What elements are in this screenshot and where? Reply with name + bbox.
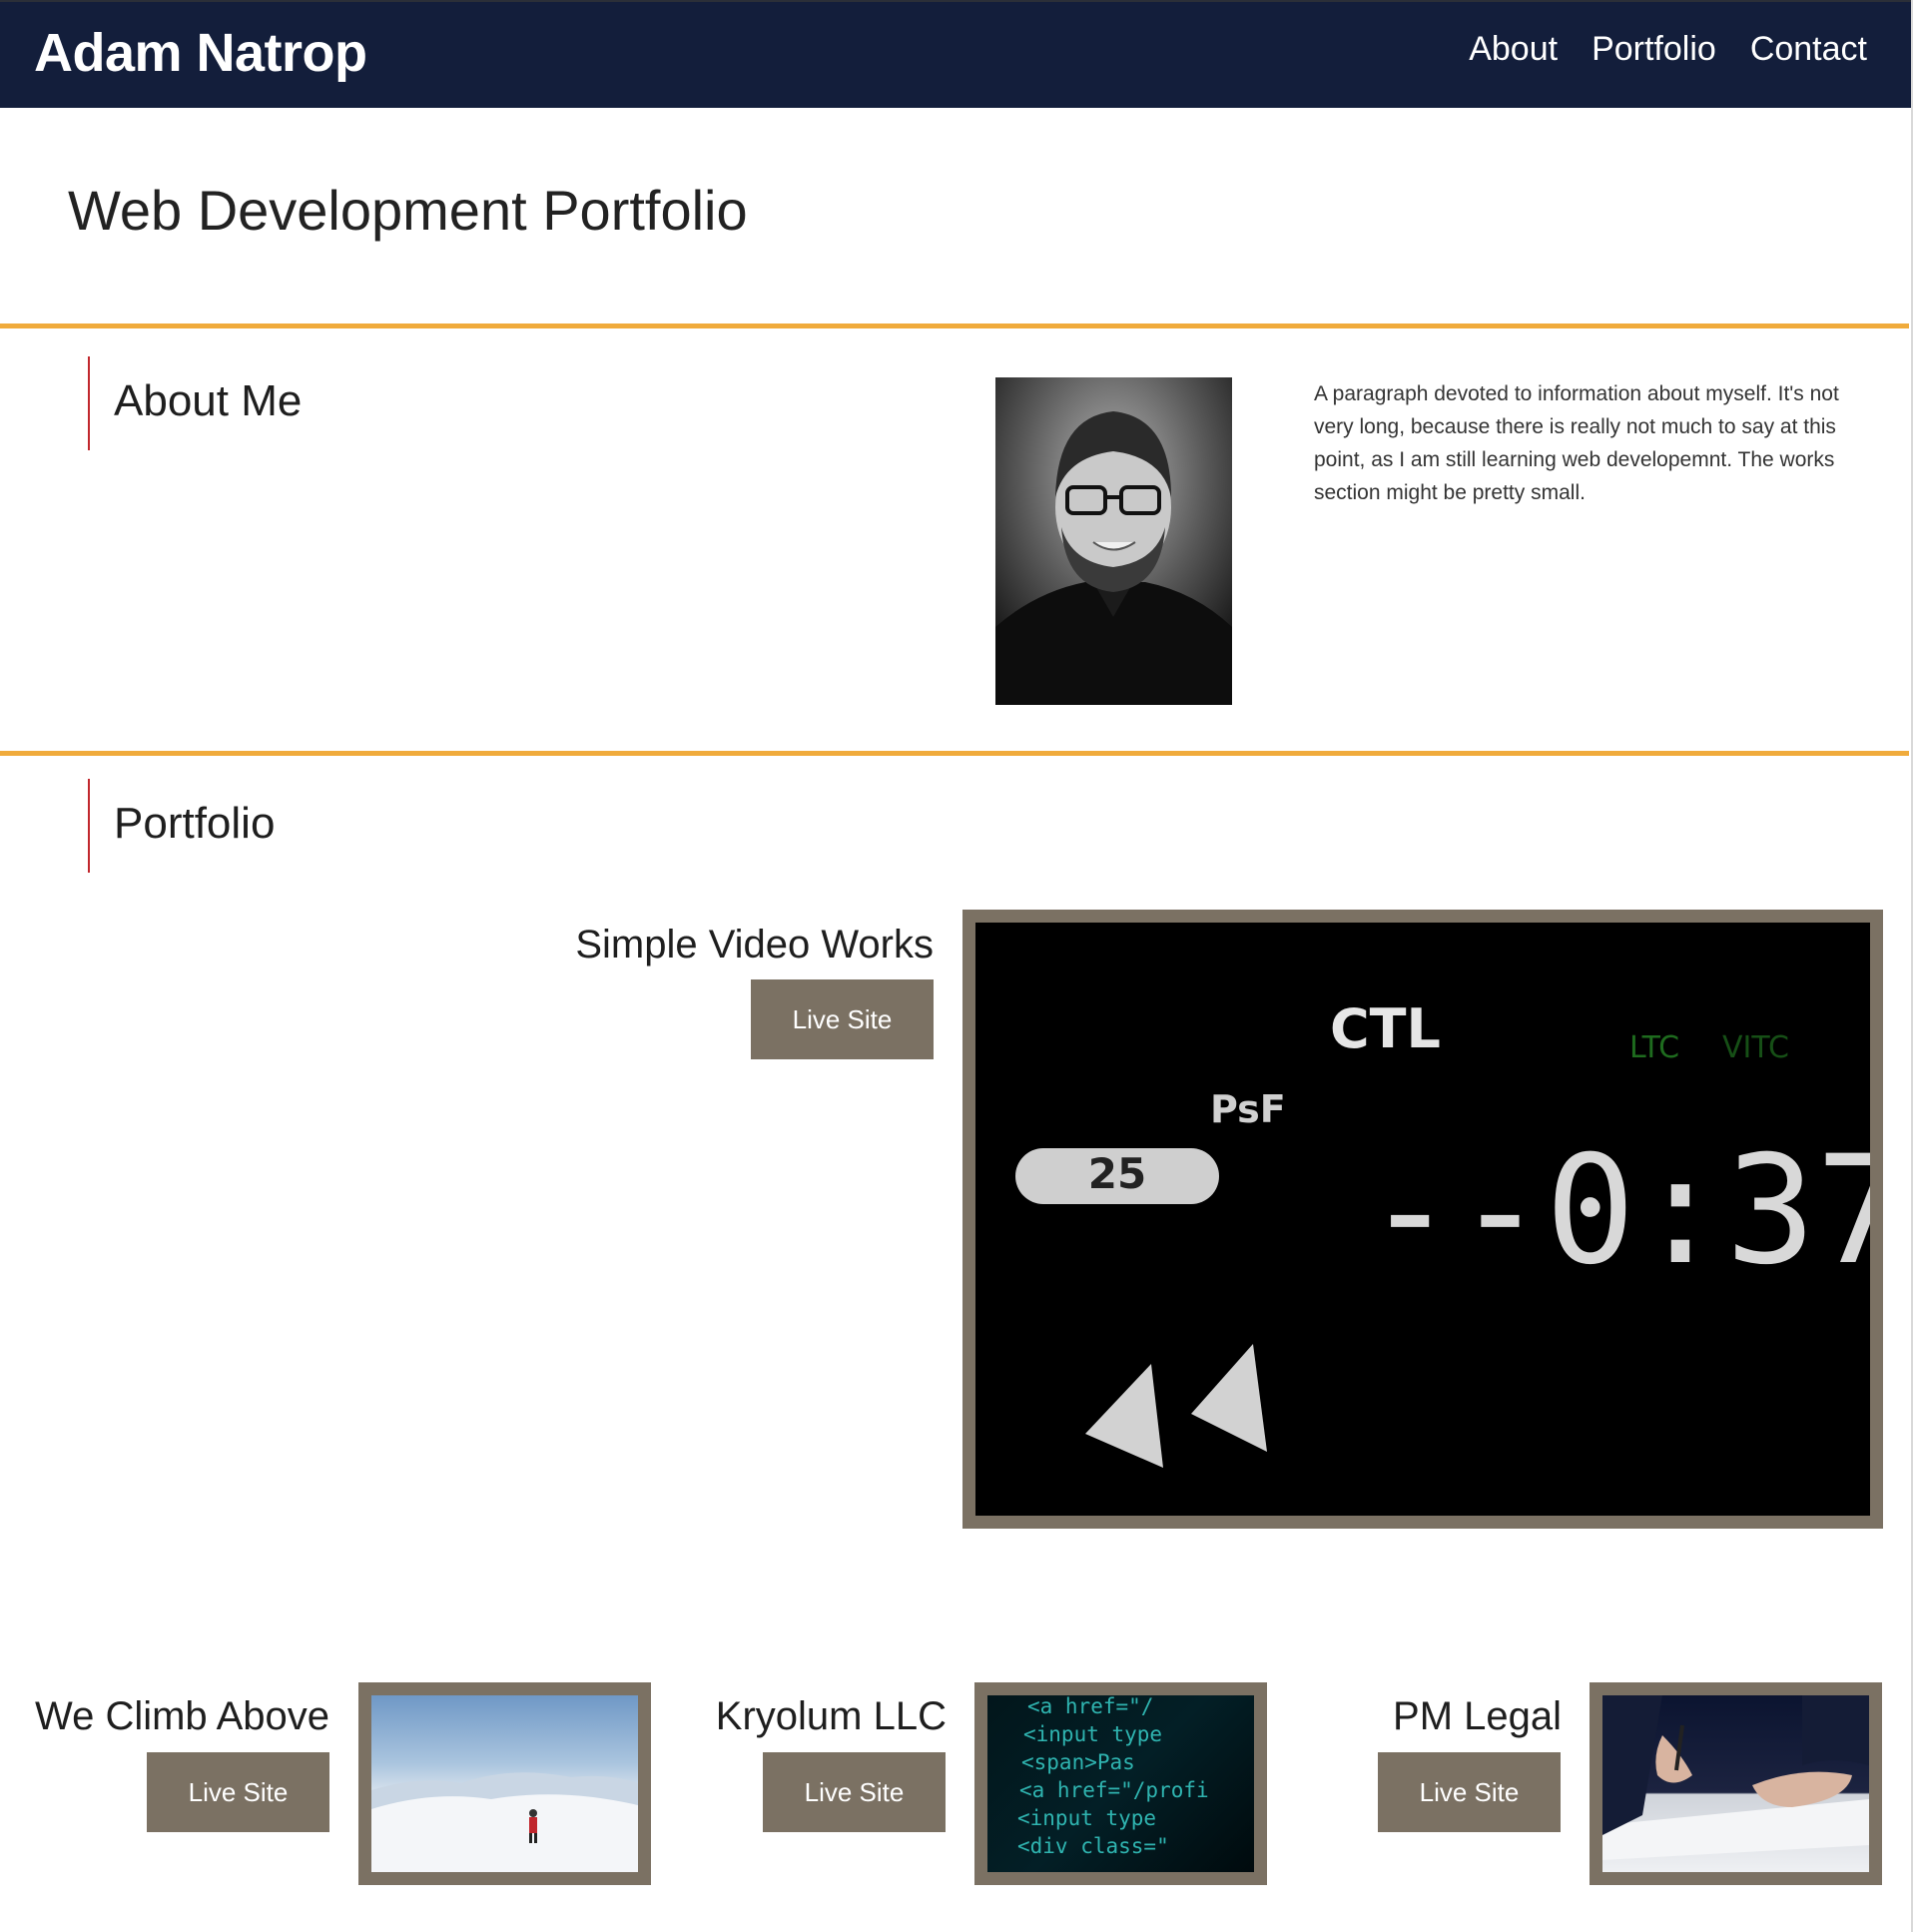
code-line: <input type	[1017, 1806, 1156, 1830]
project-image-frame-pm-legal[interactable]	[1590, 1682, 1882, 1885]
about-heading: About Me	[114, 376, 303, 425]
video-label-ltc: LTC	[1629, 1030, 1679, 1065]
project-thumbnail-pm-legal	[1602, 1695, 1869, 1872]
project-title-simple-video-works: Simple Video Works	[575, 923, 934, 966]
nav-link-portfolio[interactable]: Portfolio	[1592, 30, 1716, 69]
portfolio-heading-block: Portfolio	[88, 779, 275, 873]
main-nav: About Portfolio Contact	[1469, 30, 1867, 69]
document-signing-illustration	[1602, 1695, 1869, 1860]
video-timecode-text: --0:37:88	[1365, 1124, 1870, 1298]
page-title: Web Development Portfolio	[68, 179, 748, 242]
live-site-button-we-climb-above[interactable]: Live Site	[147, 1752, 329, 1832]
project-title-pm-legal: PM Legal	[1393, 1694, 1562, 1738]
live-site-button-pm-legal[interactable]: Live Site	[1378, 1752, 1561, 1832]
code-line: <a href="/	[1027, 1695, 1153, 1718]
project-thumbnail-simple-video-works: 25 CTL PsF LTC VITC --0:37:88	[975, 923, 1870, 1516]
video-label-ctl: CTL	[1330, 997, 1441, 1060]
section-divider	[0, 751, 1909, 756]
site-brand-link[interactable]: Adam Natrop	[34, 22, 367, 84]
live-site-button-simple-video-works[interactable]: Live Site	[751, 979, 934, 1059]
project-title-we-climb-above: We Climb Above	[35, 1694, 329, 1738]
video-label-psf: PsF	[1210, 1087, 1286, 1131]
video-label-vitc: VITC	[1722, 1030, 1789, 1065]
portfolio-heading: Portfolio	[114, 799, 276, 848]
code-snippet-illustration: <a href="/ <input type <span>Pas <a href…	[1017, 1695, 1209, 1858]
nav-link-contact[interactable]: Contact	[1750, 30, 1867, 69]
site-header: Adam Natrop About Portfolio Contact	[0, 0, 1911, 108]
about-paragraph: A paragraph devoted to information about…	[1314, 382, 1839, 504]
live-site-button-kryolum-llc[interactable]: Live Site	[763, 1752, 946, 1832]
code-line: <div class="	[1017, 1834, 1169, 1858]
project-title-kryolum-llc: Kryolum LLC	[715, 1694, 947, 1738]
project-thumbnail-we-climb-above	[371, 1695, 638, 1872]
project-image-frame-kryolum-llc[interactable]: <a href="/ <input type <span>Pas <a href…	[974, 1682, 1267, 1885]
profile-photo	[995, 377, 1232, 705]
project-image-frame-simple-video-works[interactable]: 25 CTL PsF LTC VITC --0:37:88	[962, 910, 1883, 1529]
nav-link-about[interactable]: About	[1469, 30, 1558, 69]
portrait-illustration	[995, 377, 1232, 705]
code-line: <span>Pas	[1021, 1750, 1135, 1774]
section-divider	[0, 323, 1909, 328]
project-image-frame-we-climb-above[interactable]	[358, 1682, 651, 1885]
video-display-graphic: 25 CTL PsF LTC VITC --0:37:88	[975, 923, 1870, 1516]
about-heading-block: About Me	[88, 356, 302, 450]
code-line: <a href="/profi	[1019, 1778, 1209, 1802]
project-thumbnail-kryolum-llc: <a href="/ <input type <span>Pas <a href…	[987, 1695, 1254, 1872]
code-line: <input type	[1023, 1722, 1162, 1746]
mountain-climber-illustration	[371, 1772, 638, 1872]
video-badge-text: 25	[1088, 1149, 1146, 1198]
